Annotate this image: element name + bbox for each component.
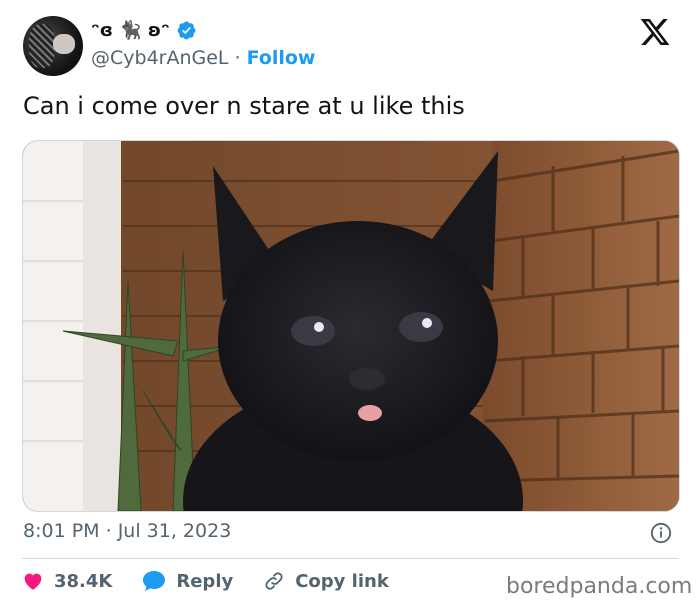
like-button[interactable]: 38.4K	[22, 570, 112, 592]
watermark: boredpanda.com	[506, 574, 693, 599]
meta-separator: ·	[105, 520, 112, 542]
like-count: 38.4K	[54, 570, 113, 592]
reply-bubble-icon	[143, 571, 166, 591]
copy-link-button[interactable]: Copy link	[263, 570, 389, 592]
tweet-date: Jul 31, 2023	[117, 520, 232, 542]
display-name[interactable]: ᵔɞ 🐈‍⬛ ʚᵔ	[91, 20, 170, 41]
verified-badge-icon	[177, 21, 196, 40]
link-icon	[265, 572, 283, 590]
follow-button[interactable]: Follow	[247, 47, 316, 69]
avatar[interactable]	[23, 16, 83, 76]
tweet-time: 8:01 PM	[23, 520, 100, 542]
tweet-photo[interactable]	[22, 140, 680, 512]
info-icon[interactable]	[650, 522, 672, 544]
tweet-text: Can i come over n stare at u like this	[23, 92, 465, 120]
handle-row: @Cyb4rAnGeL · Follow	[91, 47, 315, 69]
separator-dot: ·	[234, 47, 241, 69]
x-logo-icon[interactable]	[639, 16, 671, 48]
copy-link-label: Copy link	[295, 570, 389, 592]
reply-button[interactable]: Reply	[142, 570, 233, 592]
action-bar: 38.4K Reply Copy link	[22, 570, 419, 592]
heart-icon	[24, 573, 42, 590]
divider	[22, 558, 678, 559]
kitten-photo-image	[23, 141, 679, 511]
timestamp[interactable]: 8:01 PM · Jul 31, 2023	[23, 520, 231, 542]
handle[interactable]: @Cyb4rAnGeL	[91, 47, 229, 69]
reply-label: Reply	[176, 570, 234, 592]
display-name-row[interactable]: ᵔɞ 🐈‍⬛ ʚᵔ	[91, 20, 197, 41]
